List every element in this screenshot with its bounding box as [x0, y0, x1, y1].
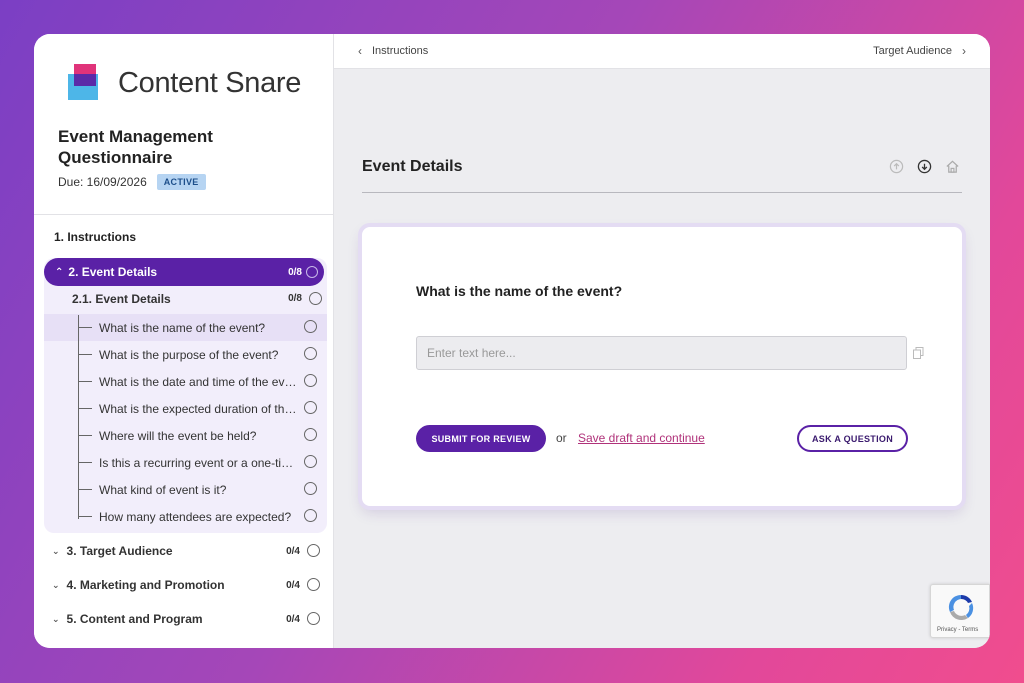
due-row: Due: 16/09/2026 ACTIVE [58, 174, 206, 190]
progress-circle-icon [306, 266, 318, 278]
progress-circle-icon [304, 509, 317, 522]
progress-circle-icon [304, 455, 317, 468]
arrow-up-circle-icon[interactable] [888, 158, 904, 174]
chevron-left-icon: ‹ [358, 44, 362, 58]
topbar: ‹ Instructions Target Audience › [334, 34, 990, 69]
sidebar: Content Snare Event Management Questionn… [34, 34, 334, 648]
next-section-link[interactable]: Target Audience › [873, 44, 966, 58]
prev-section-link[interactable]: ‹ Instructions [358, 44, 428, 58]
nav-section-event-details[interactable]: ⌃ 2. Event Details 0/8 [44, 258, 324, 286]
copy-icon[interactable] [913, 346, 924, 364]
ask-question-button[interactable]: ASK A QUESTION [797, 425, 908, 452]
save-draft-link[interactable]: Save draft and continue [578, 431, 705, 445]
chevron-up-icon: ⌃ [55, 266, 64, 278]
nav-question-item[interactable]: What kind of event is it? [78, 476, 308, 503]
section-actions [888, 158, 960, 174]
nav-question-item[interactable]: Where will the event be held? [78, 422, 308, 449]
chevron-down-icon: ⌄ [52, 613, 60, 624]
progress-circle-icon [304, 401, 317, 414]
main-content: ‹ Instructions Target Audience › Event D… [334, 34, 990, 648]
status-badge: ACTIVE [156, 174, 206, 190]
app-window: Content Snare Event Management Questionn… [34, 34, 990, 648]
questionnaire-title: Event Management Questionnaire [58, 127, 213, 167]
progress-circle-icon [304, 428, 317, 441]
or-text: or [556, 431, 567, 445]
chevron-down-icon: ⌄ [52, 579, 60, 590]
nav-question-item[interactable]: What is the expected duration of the eve… [78, 395, 308, 422]
nav-question-item[interactable]: How many attendees are expected? [78, 503, 308, 530]
progress-circle-icon [307, 578, 320, 591]
brand: Content Snare [68, 64, 301, 102]
nav-section-marketing[interactable]: ⌄ 4. Marketing and Promotion 0/4 [52, 578, 320, 592]
nav-section-count: 0/8 [288, 266, 302, 278]
nav-subsection-count: 0/8 [288, 293, 302, 304]
recaptcha-badge[interactable]: Privacy - Terms [930, 584, 990, 638]
home-icon[interactable] [944, 158, 960, 174]
nav-question-item[interactable]: What is the purpose of the event? [78, 341, 308, 368]
arrow-down-circle-icon[interactable] [916, 158, 932, 174]
nav-subsection-event-details[interactable]: 2.1. Event Details 0/8 [72, 292, 322, 306]
question-card: What is the name of the event? SUBMIT FO… [362, 227, 962, 506]
nav-question-item[interactable]: Is this a recurring event or a one-time … [78, 449, 308, 476]
nav-section-instructions[interactable]: 1. Instructions [54, 230, 136, 244]
progress-circle-icon [304, 482, 317, 495]
title-divider [362, 192, 962, 193]
answer-input[interactable] [416, 336, 907, 370]
progress-circle-icon [307, 612, 320, 625]
nav-section-label: 2. Event Details [68, 265, 158, 279]
recaptcha-label[interactable]: Privacy - Terms [937, 627, 978, 633]
chevron-right-icon: › [962, 44, 966, 58]
brand-name: Content Snare [118, 66, 302, 99]
progress-circle-icon [309, 292, 322, 305]
sidebar-divider [34, 214, 333, 215]
section-title: Event Details [362, 158, 463, 175]
progress-circle-icon [307, 544, 320, 557]
progress-circle-icon [304, 320, 317, 333]
due-date: Due: 16/09/2026 [58, 175, 147, 189]
nav-subsection-label: 2.1. Event Details [72, 292, 171, 306]
nav-question-item[interactable]: What is the name of the event? [78, 314, 308, 341]
chevron-down-icon: ⌄ [52, 545, 60, 556]
recaptcha-icon [948, 594, 974, 621]
progress-circle-icon [304, 374, 317, 387]
nav-section-content-program[interactable]: ⌄ 5. Content and Program 0/4 [52, 612, 320, 626]
nav-question-item[interactable]: What is the date and time of the event? [78, 368, 308, 395]
question-text: What is the name of the event? [416, 283, 623, 299]
content-snare-logo-icon [68, 64, 104, 102]
nav-section-target-audience[interactable]: ⌄ 3. Target Audience 0/4 [52, 544, 320, 558]
submit-for-review-button[interactable]: SUBMIT FOR REVIEW [416, 425, 546, 452]
progress-circle-icon [304, 347, 317, 360]
